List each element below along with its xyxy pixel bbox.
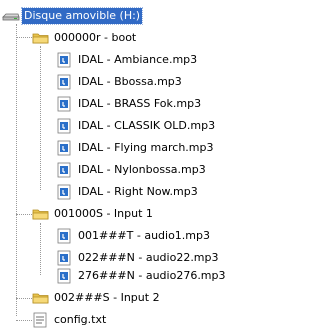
- tree-item-folder[interactable]: 000000r - boot: [32, 30, 138, 46]
- text-file-icon: [32, 312, 50, 328]
- tree-connector: [16, 298, 32, 299]
- tree-connector: [16, 37, 32, 38]
- tree-connector: [16, 214, 32, 215]
- file-label: config.txt: [54, 313, 107, 326]
- tree-connector: [16, 320, 32, 321]
- audio-file-icon: [56, 184, 74, 200]
- audio-file-icon: [56, 250, 74, 266]
- folder-label: 000000r - boot: [54, 31, 137, 44]
- tree-item-folder[interactable]: 001000S - Input 1: [32, 206, 155, 222]
- tree-connector: [40, 46, 41, 190]
- audio-file-icon: [56, 118, 74, 134]
- tree-item-file[interactable]: 276###N - audio276.mp3: [56, 268, 228, 284]
- tree-item-folder[interactable]: 002###S - Input 2: [32, 290, 162, 306]
- audio-file-icon: [56, 268, 74, 284]
- file-label: 001###T - audio1.mp3: [78, 229, 210, 242]
- audio-file-icon: [56, 96, 74, 112]
- file-label: 022###N - audio22.mp3: [78, 251, 219, 264]
- tree-item-file[interactable]: 022###N - audio22.mp3: [56, 250, 221, 266]
- tree-item-file[interactable]: IDAL - CLASSIK OLD.mp3: [56, 118, 217, 134]
- folder-icon: [32, 290, 50, 306]
- tree-item-file[interactable]: IDAL - Nylonbossa.mp3: [56, 162, 208, 178]
- file-label: 276###N - audio276.mp3: [78, 269, 226, 282]
- tree-item-file[interactable]: IDAL - Right Now.mp3: [56, 184, 200, 200]
- removable-drive-icon: [2, 8, 20, 24]
- audio-file-icon: [56, 140, 74, 156]
- tree-item-drive[interactable]: Disque amovible (H:): [2, 7, 144, 25]
- drive-label: Disque amovible (H:): [20, 7, 144, 25]
- tree-item-file[interactable]: IDAL - BRASS Fok.mp3: [56, 96, 203, 112]
- tree-item-file[interactable]: 001###T - audio1.mp3: [56, 228, 212, 244]
- audio-file-icon: [56, 228, 74, 244]
- tree-connector: [16, 24, 17, 316]
- folder-label: 002###S - Input 2: [54, 291, 160, 304]
- folder-icon: [32, 206, 50, 222]
- tree-item-file[interactable]: IDAL - Ambiance.mp3: [56, 52, 199, 68]
- folder-tree: Disque amovible (H:) 000000r - boot IDAL…: [0, 0, 240, 328]
- tree-item-file[interactable]: config.txt: [32, 312, 108, 328]
- audio-file-icon: [56, 52, 74, 68]
- file-label: IDAL - Bbossa.mp3: [78, 75, 182, 88]
- tree-connector: [40, 223, 41, 275]
- folder-icon: [32, 30, 50, 46]
- file-label: IDAL - Nylonbossa.mp3: [78, 163, 206, 176]
- tree-item-file[interactable]: IDAL - Flying march.mp3: [56, 140, 216, 156]
- file-label: IDAL - Flying march.mp3: [78, 141, 214, 154]
- file-label: IDAL - Ambiance.mp3: [78, 53, 198, 66]
- file-label: IDAL - Right Now.mp3: [78, 185, 198, 198]
- audio-file-icon: [56, 74, 74, 90]
- file-label: IDAL - BRASS Fok.mp3: [78, 97, 202, 110]
- tree-item-file[interactable]: IDAL - Bbossa.mp3: [56, 74, 184, 90]
- audio-file-icon: [56, 162, 74, 178]
- file-label: IDAL - CLASSIK OLD.mp3: [78, 119, 216, 132]
- folder-label: 001000S - Input 1: [54, 207, 153, 220]
